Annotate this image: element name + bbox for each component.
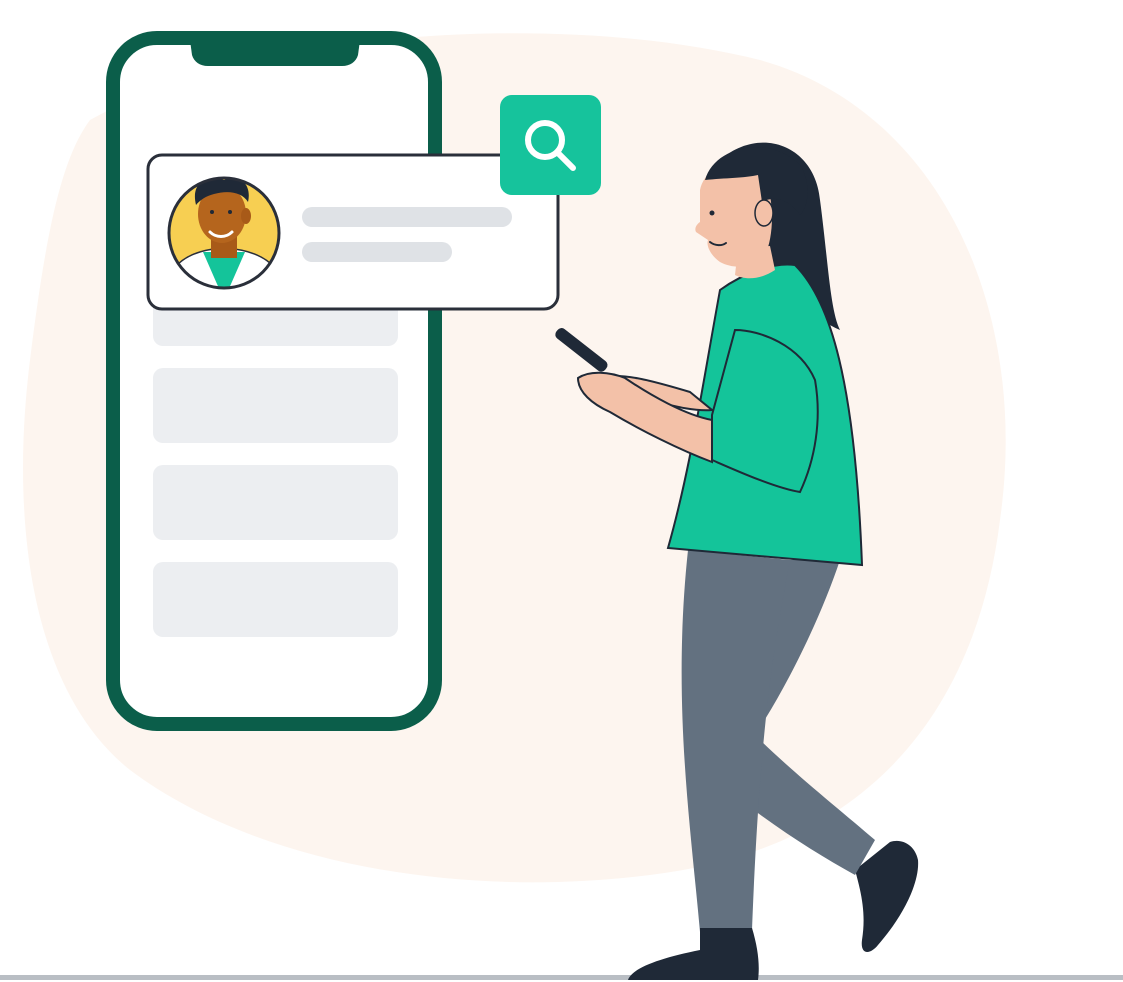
placeholder-row: [153, 465, 398, 540]
profile-detail-placeholder: [302, 242, 452, 262]
illustration-scene: [0, 0, 1123, 982]
profile-name-placeholder: [302, 207, 512, 227]
placeholder-row: [153, 562, 398, 637]
front-shoe: [628, 928, 759, 980]
profile-card[interactable]: [146, 153, 560, 311]
eye: [709, 210, 715, 216]
ear: [754, 199, 774, 227]
placeholder-row: [153, 368, 398, 443]
phone-mockup: [106, 31, 442, 731]
floor-line: [0, 975, 1123, 980]
phone-notch: [190, 40, 360, 66]
search-button[interactable]: [500, 95, 601, 195]
illustration-svg: [0, 31, 1123, 980]
